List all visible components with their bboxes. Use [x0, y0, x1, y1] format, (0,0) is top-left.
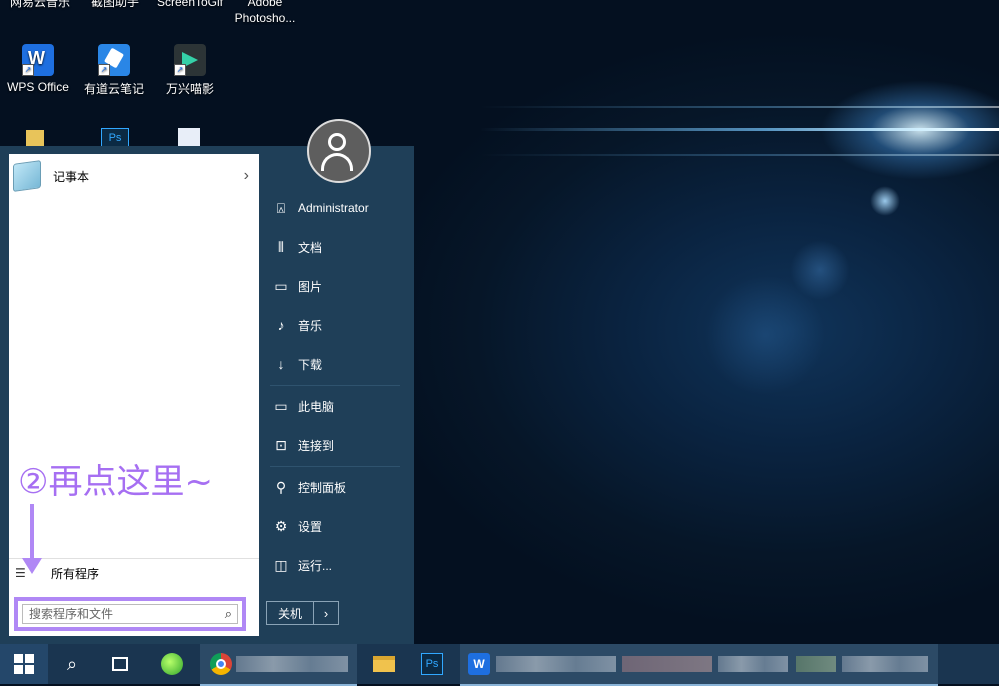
connect-icon: ⊡: [275, 436, 287, 453]
music-icon: ♪: [277, 317, 285, 333]
start-item-label: 音乐: [298, 318, 323, 333]
start-item-settings[interactable]: ⚙ 设置: [262, 511, 402, 541]
blurred-title: [718, 656, 788, 672]
taskbar: ⌕ Ps W: [0, 644, 999, 686]
wallpaper-streak: [480, 154, 999, 156]
notepad-icon: [13, 160, 41, 192]
desktop-label[interactable]: Adobe Photosho...: [225, 0, 305, 26]
start-item-label: 连接到: [298, 438, 335, 453]
chrome-icon-center: [216, 659, 226, 669]
divider: [270, 466, 400, 467]
wallpaper-orb: [870, 186, 900, 216]
start-left-pane: 记事本 › ☰ 所有程序 ⌕: [9, 154, 259, 636]
start-item-label: 文档: [298, 240, 323, 255]
search-icon[interactable]: ⌕: [48, 644, 96, 684]
photoshop-icon[interactable]: Ps: [408, 644, 456, 684]
desktop-icon-label: 有道云笔记: [83, 82, 144, 96]
desktop-label[interactable]: 截图助手: [75, 0, 155, 10]
all-programs-label: 所有程序: [51, 566, 100, 581]
taskbar-app-chrome[interactable]: [200, 644, 357, 686]
folder-icon[interactable]: [26, 130, 44, 146]
desktop-icon-label: WPS Office: [7, 80, 69, 94]
start-item-label: 图片: [298, 279, 323, 294]
search-icon[interactable]: ⌕: [225, 606, 232, 622]
desktop: 网易云音乐 截图助手 ScreenToGif Adobe Photosho...…: [0, 0, 999, 686]
wallpaper-streak: [480, 128, 999, 131]
all-programs-button[interactable]: ☰ 所有程序: [9, 558, 259, 587]
blurred-title: [796, 656, 836, 672]
desktop-label[interactable]: 网易云音乐: [0, 0, 80, 10]
desktop-icon-label: 万兴喵影: [165, 82, 214, 96]
file-explorer-icon[interactable]: [360, 644, 408, 684]
start-item-documents[interactable]: ⫴ 文档: [262, 232, 402, 262]
taskbar-app-wps[interactable]: W: [460, 644, 938, 686]
desktop-icon-wps-office[interactable]: W ↗ WPS Office: [0, 44, 78, 94]
annotation-arrowhead: [22, 558, 42, 574]
start-item-label: 此电脑: [298, 399, 335, 414]
start-item-run[interactable]: ◫ 运行...: [262, 550, 402, 580]
task-view-icon[interactable]: [96, 644, 144, 684]
avatar-head: [328, 133, 346, 151]
pinned-item-notepad[interactable]: 记事本 ›: [9, 160, 259, 192]
wallpaper-orb: [705, 275, 825, 395]
chevron-right-icon[interactable]: ›: [244, 167, 249, 185]
browser-360-icon[interactable]: [148, 644, 196, 684]
start-item-label: 设置: [298, 519, 323, 534]
user-folder-icon: ⍓: [276, 199, 286, 216]
divider: [270, 385, 400, 386]
start-item-downloads[interactable]: ↓ 下载: [262, 349, 402, 379]
desktop-icon-filmora[interactable]: ↗ 万兴喵影: [150, 44, 230, 97]
shutdown-button[interactable]: 关机: [267, 602, 314, 624]
blurred-title: [236, 656, 348, 672]
annotation-text: ②再点这里~: [18, 462, 213, 502]
start-item-label: 运行...: [298, 558, 333, 573]
start-item-music[interactable]: ♪ 音乐: [262, 310, 402, 340]
blurred-title: [622, 656, 712, 672]
photoshop-icon[interactable]: Ps: [101, 128, 129, 148]
avatar[interactable]: [307, 119, 371, 183]
wps-office-icon: W ↗: [22, 44, 54, 76]
document-icon[interactable]: [178, 128, 200, 146]
start-item-this-pc[interactable]: ▭ 此电脑: [262, 391, 402, 421]
filmora-icon: ↗: [174, 44, 206, 76]
blurred-title: [842, 656, 928, 672]
youdao-note-icon: ↗: [98, 44, 130, 76]
windows-logo-icon: [14, 654, 34, 674]
avatar-body: [321, 153, 353, 171]
start-right-pane: ⍓ Administrator ⫴ 文档 ▭ 图片 ♪ 音乐 ↓ 下载 ▭ 此电脑 ⊡ 连接到…: [262, 119, 402, 644]
desktop-label[interactable]: ScreenToGif: [150, 0, 230, 10]
search-input[interactable]: [22, 604, 238, 624]
start-menu: 记事本 › ☰ 所有程序 ⌕ ②再点这里~ ⍓ Administrator ⫴ 文档…: [0, 119, 414, 644]
annotation-arrow: [30, 504, 34, 566]
desktop-icon-youdao[interactable]: ↗ 有道云笔记: [74, 44, 154, 97]
download-icon: ↓: [277, 356, 285, 372]
start-button[interactable]: [0, 644, 48, 684]
start-item-control-panel[interactable]: ⚲ 控制面板: [262, 472, 402, 502]
pictures-icon: ▭: [274, 277, 288, 294]
shortcut-arrow-icon: ↗: [22, 64, 34, 76]
control-panel-icon: ⚲: [275, 478, 287, 495]
shutdown-control: 关机 ›: [266, 601, 339, 625]
start-item-label: 控制面板: [298, 480, 347, 495]
start-item-pictures[interactable]: ▭ 图片: [262, 271, 402, 301]
start-item-connect[interactable]: ⊡ 连接到: [262, 430, 402, 460]
start-item-label: 下载: [298, 357, 323, 372]
wps-icon: W: [468, 653, 490, 675]
start-item-label: Administrator: [298, 201, 369, 215]
wallpaper-streak: [480, 106, 999, 108]
computer-icon: ▭: [274, 397, 288, 414]
documents-icon: ⫴: [278, 238, 284, 255]
shutdown-options-button[interactable]: ›: [314, 602, 338, 624]
shortcut-arrow-icon: ↗: [174, 64, 186, 76]
run-icon: ◫: [274, 556, 288, 573]
start-item-administrator[interactable]: ⍓ Administrator: [262, 193, 402, 223]
gear-icon: ⚙: [274, 517, 288, 534]
shortcut-arrow-icon: ↗: [98, 64, 110, 76]
pinned-label: 记事本: [53, 169, 90, 184]
search-highlight-box: ⌕: [14, 597, 246, 631]
blurred-title: [496, 656, 616, 672]
